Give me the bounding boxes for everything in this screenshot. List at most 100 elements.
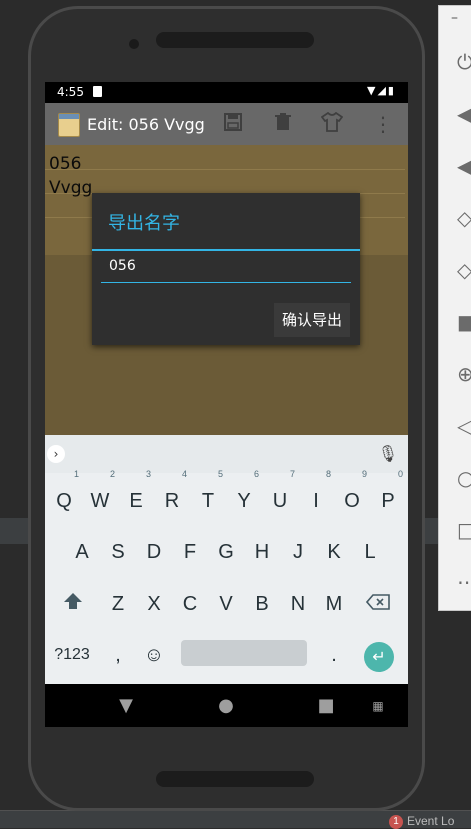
key-label: U	[272, 490, 288, 512]
key-h[interactable]: H	[247, 532, 277, 572]
key-i[interactable]: 8I	[301, 469, 331, 521]
key-x[interactable]: X	[139, 584, 169, 624]
front-camera	[129, 39, 139, 49]
period-key[interactable]: .	[319, 635, 349, 675]
export-name-input[interactable]: 056	[101, 253, 351, 283]
rotate-right-icon[interactable]: ◇	[457, 258, 471, 282]
key-hint: 3	[145, 469, 151, 479]
home-icon[interactable]: ○	[457, 466, 471, 490]
shirt-icon[interactable]	[320, 111, 344, 136]
export-name-dialog: 导出名字 056 确认导出	[92, 193, 360, 345]
emoji-icon[interactable]: ☺	[139, 635, 169, 675]
dialog-title-divider	[92, 249, 360, 251]
export-name-value[interactable]: 056	[109, 258, 136, 274]
chevron-right-icon[interactable]: ›	[47, 445, 65, 463]
key-v[interactable]: V	[211, 584, 241, 624]
key-j[interactable]: J	[283, 532, 313, 572]
note-line	[45, 169, 405, 170]
zoom-icon[interactable]: ⊕	[457, 362, 471, 386]
backspace-icon[interactable]	[363, 584, 393, 624]
event-log-label: Event Lo	[407, 814, 455, 828]
input-underline	[101, 282, 351, 283]
notepad-app-icon	[58, 113, 80, 137]
enter-key-icon[interactable]: ↵	[364, 642, 394, 672]
key-z[interactable]: Z	[103, 584, 133, 624]
key-g[interactable]: G	[211, 532, 241, 572]
nav-recents-icon[interactable]: ■	[314, 694, 338, 718]
key-label: I	[313, 490, 319, 512]
dialog-title: 导出名字	[108, 213, 180, 234]
nav-home-icon[interactable]: ●	[214, 694, 238, 718]
key-label: O	[344, 490, 360, 512]
sd-card-icon	[93, 86, 102, 97]
camera-icon[interactable]: ■	[457, 310, 471, 334]
key-label: P	[381, 490, 395, 512]
key-hint: 9	[361, 469, 367, 479]
note-text[interactable]: 056 Vvgg	[49, 152, 92, 200]
status-bar: 4:55 ▼◢▮	[45, 82, 408, 103]
key-hint: 1	[73, 469, 79, 479]
key-u[interactable]: 7U	[265, 469, 295, 521]
key-hint: 8	[325, 469, 331, 479]
phone-screen: 4:55 ▼◢▮ Edit: 056 Vvgg ⋮ 056 Vvgg 导出名字 …	[45, 82, 408, 727]
shift-key-icon[interactable]	[58, 584, 88, 624]
key-n[interactable]: N	[283, 584, 313, 624]
key-a[interactable]: A	[67, 532, 97, 572]
more-icon[interactable]: ⋯	[457, 570, 471, 594]
bottom-speaker	[156, 771, 314, 787]
key-hint: 0	[397, 469, 403, 479]
key-y[interactable]: 6Y	[229, 469, 259, 521]
key-p[interactable]: 0P	[373, 469, 403, 521]
key-label: E	[129, 490, 143, 512]
minimize-icon[interactable]: –	[451, 10, 458, 26]
app-title: Edit: 056 Vvgg	[87, 115, 205, 134]
status-time: 4:55	[57, 85, 84, 99]
key-r[interactable]: 4R	[157, 469, 187, 521]
key-w[interactable]: 2W	[85, 469, 115, 521]
key-hint: 6	[253, 469, 259, 479]
key-label: Y	[237, 490, 251, 512]
confirm-export-button[interactable]: 确认导出	[274, 303, 350, 337]
volume-down-icon[interactable]: ◀	[457, 154, 471, 178]
key-d[interactable]: D	[139, 532, 169, 572]
key-c[interactable]: C	[175, 584, 205, 624]
status-icons: ▼◢▮	[367, 84, 396, 97]
key-k[interactable]: K	[319, 532, 349, 572]
power-icon[interactable]: ⏻	[457, 50, 471, 74]
symbols-key[interactable]: ?123	[53, 635, 91, 675]
key-b[interactable]: B	[247, 584, 277, 624]
app-bar: Edit: 056 Vvgg ⋮	[45, 103, 408, 145]
key-hint: 4	[181, 469, 187, 479]
suggestion-strip: › 🎙	[45, 435, 408, 473]
key-f[interactable]: F	[175, 532, 205, 572]
rotate-left-icon[interactable]: ◇	[457, 206, 471, 230]
key-label: W	[90, 490, 110, 512]
volume-up-icon[interactable]: ◀	[457, 102, 471, 126]
comma-key[interactable]: ,	[103, 635, 133, 675]
key-o[interactable]: 9O	[337, 469, 367, 521]
back-icon[interactable]: ◁	[457, 414, 471, 438]
delete-icon[interactable]	[271, 112, 295, 136]
key-label: R	[164, 490, 180, 512]
key-q[interactable]: 1Q	[49, 469, 79, 521]
save-icon[interactable]	[221, 112, 245, 136]
overflow-menu-icon[interactable]: ⋮	[371, 112, 395, 136]
key-t[interactable]: 5T	[193, 469, 223, 521]
key-hint: 7	[289, 469, 295, 479]
emulator-side-toolbar: – ⏻ ◀ ◀ ◇ ◇ ■ ⊕ ◁ ○ □ ⋯	[438, 5, 471, 611]
key-label: T	[201, 490, 215, 512]
keyboard-switch-icon[interactable]: ▦	[366, 694, 390, 718]
nav-back-icon[interactable]: ▼	[114, 694, 138, 718]
key-e[interactable]: 3E	[121, 469, 151, 521]
key-m[interactable]: M	[319, 584, 349, 624]
navigation-bar: ▼ ● ■ ▦	[45, 684, 408, 727]
soft-keyboard: › 🎙 1Q 2W 3E 4R 5T 6Y 7U 8I 9O 0P A S D …	[45, 435, 408, 684]
space-bar[interactable]	[181, 640, 307, 666]
key-label: Q	[56, 490, 72, 512]
overview-icon[interactable]: □	[457, 518, 471, 542]
top-speaker	[156, 32, 314, 48]
microphone-icon[interactable]: 🎙	[378, 444, 398, 463]
key-l[interactable]: L	[355, 532, 385, 572]
key-hint: 2	[109, 469, 115, 479]
key-s[interactable]: S	[103, 532, 133, 572]
